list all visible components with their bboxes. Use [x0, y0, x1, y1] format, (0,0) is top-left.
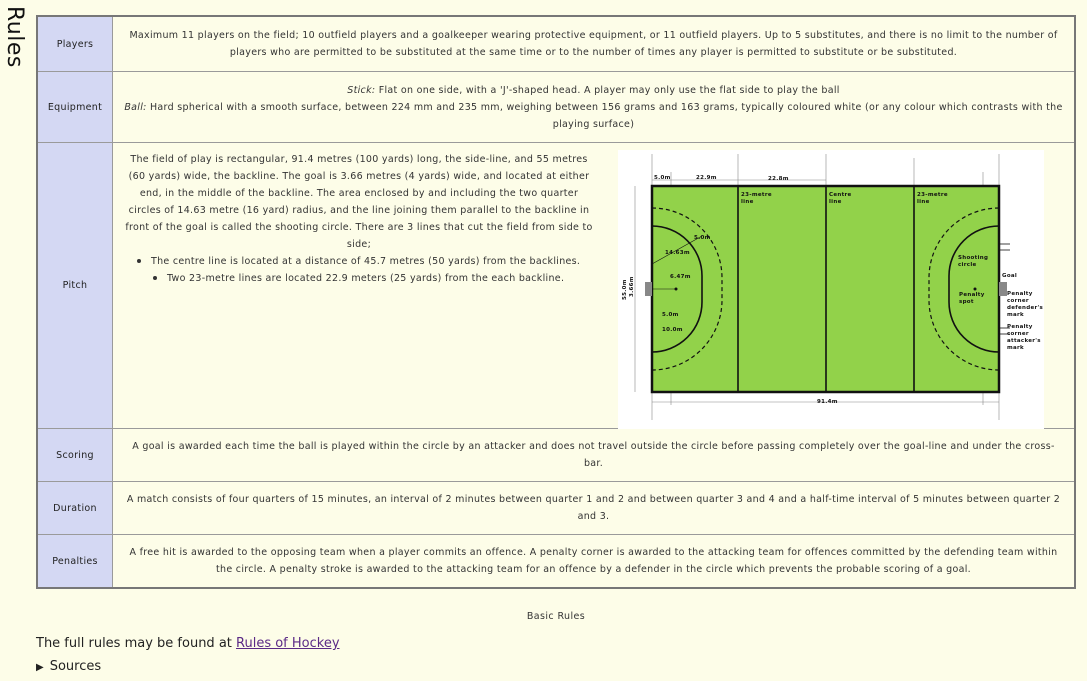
penalty-spot-label-2: spot: [959, 299, 974, 305]
row-label-equipment: Equipment: [36, 71, 113, 143]
goal-label: Goal: [1002, 273, 1017, 279]
dim-5m-top-label: 5.0m: [694, 235, 711, 241]
centre-line-label: Centre: [829, 192, 852, 198]
dim-22-9m-label: 22.9m: [696, 175, 717, 181]
rules-table: Players Maximum 11 players on the field;…: [36, 15, 1076, 589]
list-item: Two 23-metre lines are located 22.9 mete…: [123, 270, 595, 287]
row-text-equipment: Stick: Flat on one side, with a 'J'-shap…: [112, 71, 1076, 143]
dim-5m-label: 5.0m: [654, 175, 671, 181]
shooting-circle-label-2: circle: [958, 262, 977, 268]
dim-22-8m-label: 22.8m: [768, 176, 789, 182]
line-23m-left-label-2: line: [741, 199, 754, 205]
ball-line: Ball: Hard spherical with a smooth surfa…: [123, 99, 1064, 133]
pc-defender-label: Penalty: [1007, 291, 1033, 297]
centre-line-label-2: line: [829, 199, 842, 205]
stick-label: Stick:: [347, 84, 376, 96]
pitch-diagram-image: 5.0m 22.9m 22.8m 23-metre line Centre li…: [618, 150, 1044, 429]
pc-attacker-label-4: mark: [1007, 345, 1024, 351]
pc-attacker-label-3: attacker's: [1007, 338, 1041, 344]
list-item: The centre line is located at a distance…: [123, 253, 595, 270]
ball-label: Ball:: [124, 101, 147, 113]
row-text-players: Maximum 11 players on the field; 10 outf…: [112, 15, 1076, 72]
stick-text: Flat on one side, with a 'J'-shaped head…: [375, 84, 840, 96]
penalty-spot-label: Penalty: [959, 292, 985, 298]
line-23m-left-label: 23-metre: [741, 192, 772, 198]
full-rules-line: The full rules may be found at Rules of …: [36, 636, 340, 651]
table-row-players: Players Maximum 11 players on the field;…: [36, 15, 1076, 72]
goal-width-3-66m-label: 3.66m: [629, 276, 635, 297]
radius-14-63m-label: 14.63m: [665, 250, 690, 256]
dim-10m-label: 10.0m: [662, 327, 683, 333]
table-row-pitch: Pitch The field of play is rectangular, …: [36, 142, 1076, 429]
disclosure-triangle-icon: ▶: [36, 662, 44, 673]
dim-5m-bottom-label: 5.0m: [662, 312, 679, 318]
bullet-icon: [137, 259, 141, 263]
table-caption: Basic Rules: [526, 611, 586, 622]
bullet-text-centre-line: The centre line is located at a distance…: [151, 256, 581, 267]
row-label-players: Players: [36, 15, 113, 72]
sources-toggle[interactable]: ▶ Sources: [36, 659, 101, 674]
row-label-penalties: Penalties: [36, 534, 113, 589]
width-55m-label: 55.0m: [622, 279, 628, 300]
pitch-paragraph: The field of play is rectangular, 91.4 m…: [125, 154, 593, 250]
page-title-text: Rules: [2, 6, 27, 68]
table-row-duration: Duration A match consists of four quarte…: [36, 481, 1076, 535]
ball-text: Hard spherical with a smooth surface, be…: [146, 101, 1063, 130]
row-label-duration: Duration: [36, 481, 113, 535]
row-label-pitch: Pitch: [36, 142, 113, 429]
dim-6-47m-label: 6.47m: [670, 274, 691, 280]
row-label-scoring: Scoring: [36, 428, 113, 482]
sources-label: Sources: [49, 659, 102, 674]
full-rules-prefix: The full rules may be found at: [36, 636, 237, 651]
page-title: Rules: [0, 6, 27, 68]
row-text-penalties: A free hit is awarded to the opposing te…: [112, 534, 1076, 589]
shooting-circle-label: Shooting: [958, 255, 988, 261]
rules-of-hockey-link[interactable]: Rules of Hockey: [236, 636, 340, 651]
line-23m-right-label-2: line: [917, 199, 930, 205]
row-content-pitch: The field of play is rectangular, 91.4 m…: [112, 142, 1076, 429]
length-91-4m-label: 91.4m: [817, 399, 838, 405]
pc-defender-label-3: defender's: [1007, 305, 1043, 311]
pc-defender-label-2: corner: [1007, 298, 1029, 304]
row-text-duration: A match consists of four quarters of 15 …: [112, 481, 1076, 535]
row-text-scoring: A goal is awarded each time the ball is …: [112, 428, 1076, 482]
stick-line: Stick: Flat on one side, with a 'J'-shap…: [123, 82, 1064, 99]
pitch-description: The field of play is rectangular, 91.4 m…: [123, 151, 595, 287]
table-row-penalties: Penalties A free hit is awarded to the o…: [36, 534, 1076, 589]
table-row-equipment: Equipment Stick: Flat on one side, with …: [36, 71, 1076, 143]
pc-attacker-label-2: corner: [1007, 331, 1029, 337]
pc-attacker-label: Penalty: [1007, 324, 1033, 330]
pitch-diagram: 5.0m 22.9m 22.8m 23-metre line Centre li…: [622, 154, 1043, 420]
bullet-text-23m-lines: Two 23-metre lines are located 22.9 mete…: [167, 273, 565, 284]
line-23m-right-label: 23-metre: [917, 192, 948, 198]
pc-defender-label-4: mark: [1007, 312, 1024, 318]
table-row-scoring: Scoring A goal is awarded each time the …: [36, 428, 1076, 482]
bullet-icon: [153, 276, 157, 280]
pitch-bullet-list: The centre line is located at a distance…: [123, 253, 595, 287]
